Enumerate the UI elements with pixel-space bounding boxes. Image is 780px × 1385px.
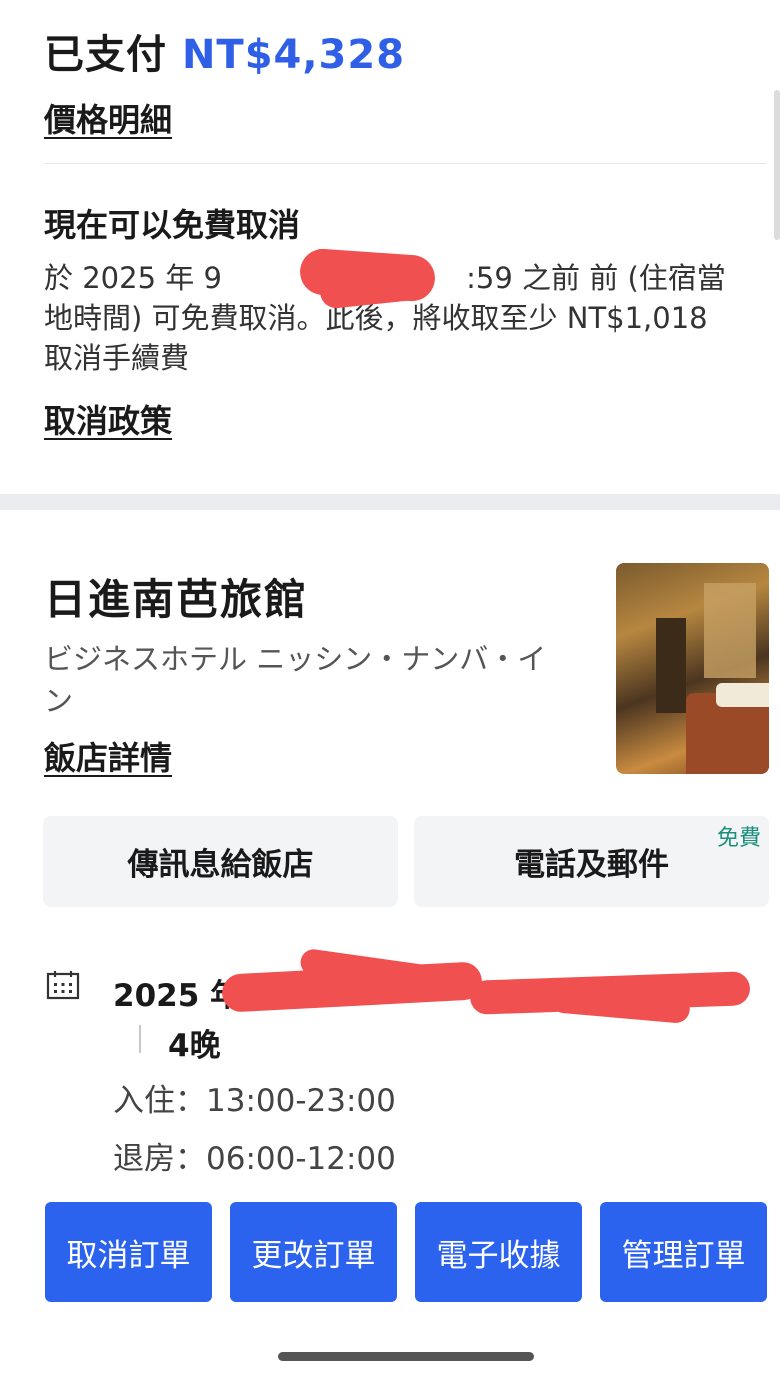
cancel-booking-button[interactable]: 取消訂單 bbox=[45, 1202, 212, 1302]
message-hotel-label: 傳訊息給飯店 bbox=[127, 847, 314, 883]
modify-booking-button[interactable]: 更改訂單 bbox=[230, 1202, 397, 1302]
manage-booking-label: 管理訂單 bbox=[621, 1237, 746, 1274]
cancel-text-start: 於 2025 年 9 bbox=[44, 261, 232, 295]
free-cancel-title: 現在可以免費取消 bbox=[44, 206, 301, 244]
payment-summary: 已支付 NT$4,328 bbox=[44, 22, 405, 80]
cancel-booking-label: 取消訂單 bbox=[66, 1237, 191, 1274]
phone-email-label: 電話及郵件 bbox=[514, 847, 669, 883]
paid-amount: NT$4,328 bbox=[181, 32, 406, 78]
scrollbar[interactable] bbox=[774, 90, 780, 240]
free-badge: 免費 bbox=[716, 826, 761, 851]
hotel-details-link[interactable]: 飯店詳情 bbox=[44, 733, 172, 779]
photo-wall bbox=[704, 583, 756, 678]
nights-count: 4晚 bbox=[168, 1028, 221, 1064]
hotel-room-photo[interactable] bbox=[616, 563, 769, 774]
checkout-time: 退房：06:00-12:00 bbox=[113, 1141, 396, 1177]
e-receipt-label: 電子收據 bbox=[436, 1237, 561, 1274]
phone-email-button[interactable]: 電話及郵件 免費 bbox=[414, 816, 769, 907]
hotel-local-name: ビジネスホテル ニッシン・ナンバ・イン bbox=[44, 642, 547, 718]
manage-booking-button[interactable]: 管理訂單 bbox=[600, 1202, 767, 1302]
checkin-time: 入住：13:00-23:00 bbox=[113, 1083, 396, 1119]
section-separator bbox=[0, 494, 780, 510]
e-receipt-button[interactable]: 電子收據 bbox=[415, 1202, 582, 1302]
photo-pillow bbox=[716, 683, 769, 707]
modify-booking-label: 更改訂單 bbox=[251, 1237, 376, 1274]
photo-door bbox=[656, 618, 686, 713]
home-indicator[interactable] bbox=[278, 1352, 534, 1361]
price-details-link[interactable]: 價格明細 bbox=[44, 95, 172, 141]
hotel-name: 日進南芭旅館 bbox=[44, 575, 309, 624]
nights-divider bbox=[139, 1025, 141, 1053]
message-hotel-button[interactable]: 傳訊息給飯店 bbox=[43, 816, 398, 907]
paid-label: 已支付 bbox=[44, 32, 167, 78]
cancellation-policy-link[interactable]: 取消政策 bbox=[44, 396, 172, 442]
divider bbox=[44, 163, 766, 164]
calendar-icon bbox=[46, 971, 80, 1000]
